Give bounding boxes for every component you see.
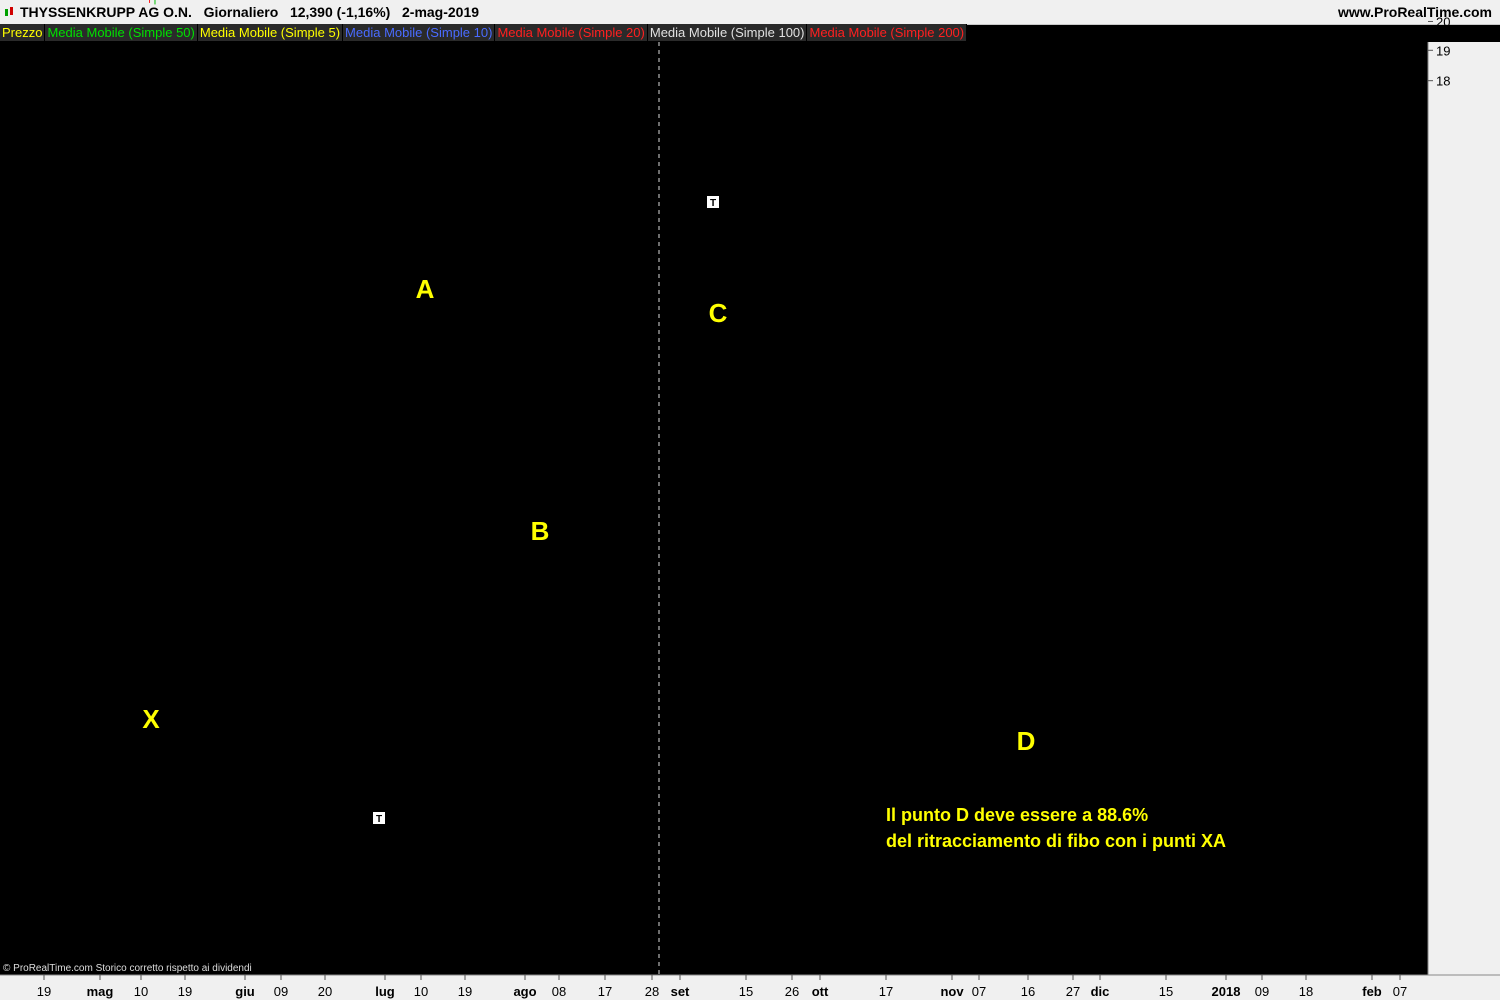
x-tick-label: 07 [972,984,986,999]
y-tick-label: 18 [1436,74,1450,89]
x-tick-label: ott [812,984,829,999]
x-tick-label: giu [235,984,255,999]
copyright-note: © ProRealTime.com Storico corretto rispe… [3,963,252,974]
x-tick-label: 19 [458,984,472,999]
x-tick-label: 20 [318,984,332,999]
pattern-point-label: C [709,298,728,328]
pattern-point-label: X [142,704,160,734]
x-tick-label: 08 [552,984,566,999]
x-tick-label: 19 [37,984,51,999]
x-tick-label: 09 [274,984,288,999]
price-axis [1428,42,1500,975]
pattern-point-label: D [1017,726,1036,756]
pattern-point-label: A [416,274,435,304]
x-tick-label: dic [1091,984,1110,999]
text-marker-glyph: T [376,814,382,825]
annotation-text: del ritracciamento di fibo con i punti X… [886,831,1226,851]
pattern-point-label: B [531,516,550,546]
x-tick-label: 17 [879,984,893,999]
x-tick-label: 19 [178,984,192,999]
x-tick-label: 18 [1299,984,1313,999]
price-chart[interactable]: 181920212223242526272829313319mag1019giu… [0,0,1500,1000]
x-tick-label: ago [513,984,536,999]
x-tick-label: 28 [645,984,659,999]
x-tick-label: set [671,984,690,999]
x-tick-label: lug [375,984,395,999]
x-tick-label: mag [87,984,114,999]
x-tick-label: 26 [785,984,799,999]
x-tick-label: feb [1362,984,1382,999]
x-tick-label: 10 [134,984,148,999]
y-tick-label: 19 [1436,43,1450,58]
y-tick-label: 21 [1436,0,1450,2]
x-tick-label: 16 [1021,984,1035,999]
x-tick-label: 17 [598,984,612,999]
x-tick-label: nov [940,984,964,999]
annotation-text: Il punto D deve essere a 88.6% [886,805,1148,825]
x-tick-label: 15 [1159,984,1173,999]
y-tick-label: 20 [1436,14,1450,29]
text-marker-glyph: T [710,198,716,209]
x-tick-label: 10 [414,984,428,999]
x-tick-label: 07 [1393,984,1407,999]
x-tick-label: 2018 [1212,984,1241,999]
x-tick-label: 27 [1066,984,1080,999]
x-tick-label: 09 [1255,984,1269,999]
x-tick-label: 15 [739,984,753,999]
